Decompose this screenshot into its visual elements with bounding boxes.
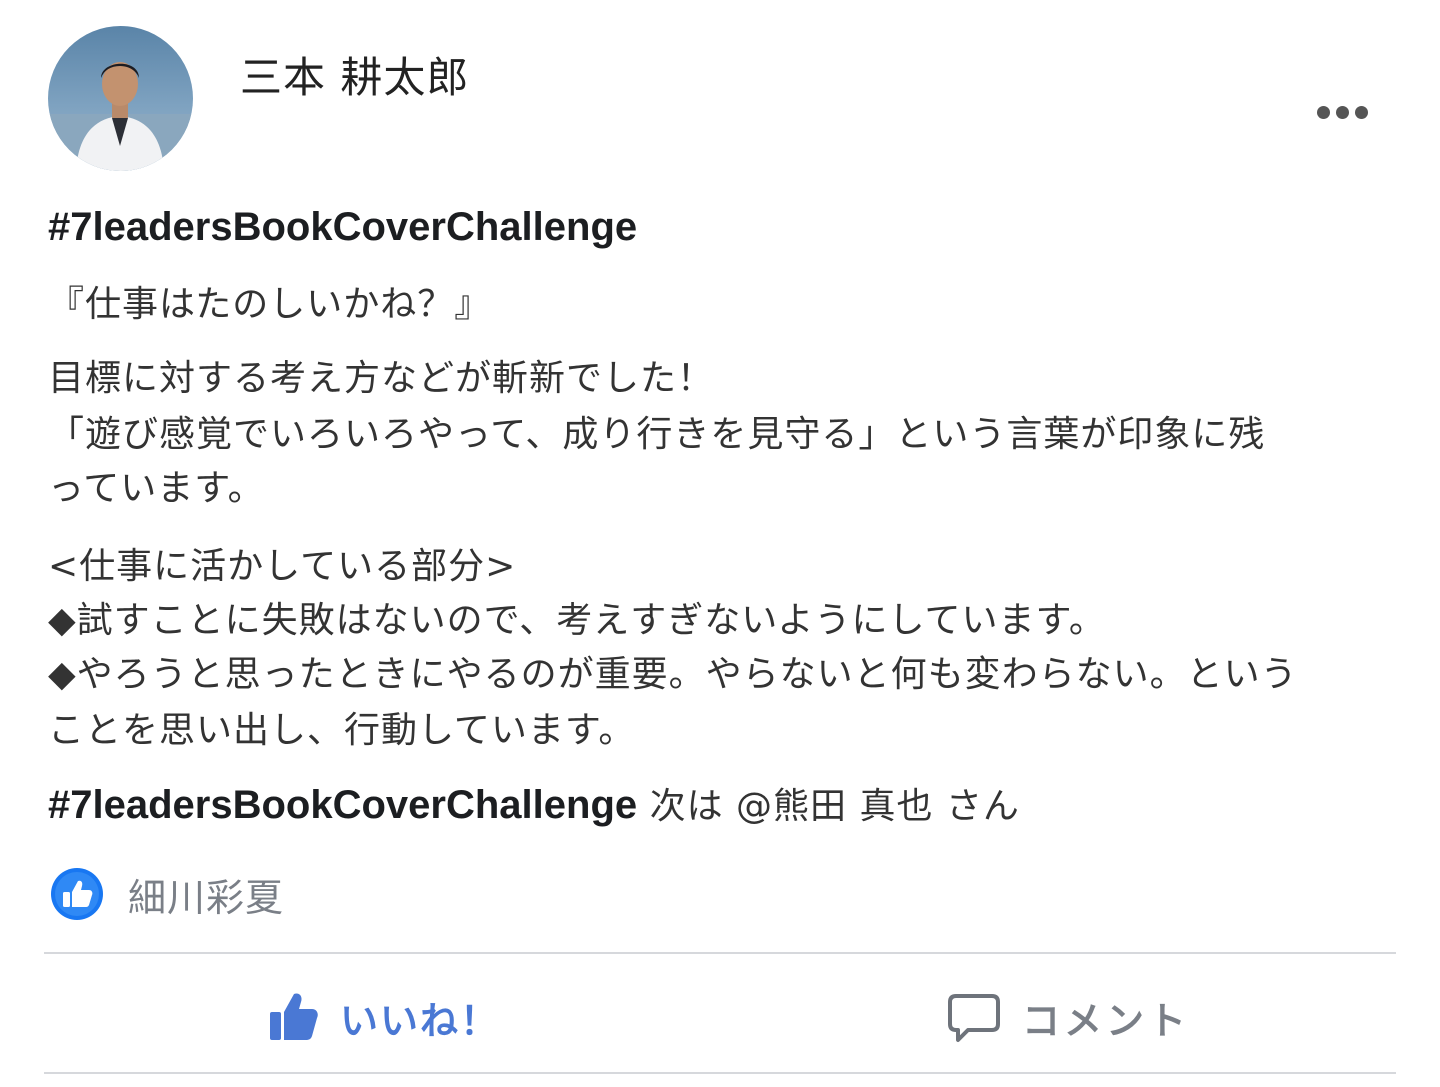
bullet-line: ◆試すことに失敗はないので、考えすぎないようにしています。 — [48, 600, 1106, 641]
hashtag-link[interactable]: #7leadersBookCoverChallenge — [48, 205, 637, 249]
bullet-line: ことを思い出し、行動しています。 — [48, 710, 636, 751]
divider — [44, 1072, 1396, 1074]
comment-label: コメント — [1022, 998, 1191, 1043]
more-dot-icon — [1354, 105, 1368, 119]
body-line: 「遊び感覚でいろいろやって、成り行きを見守る」という言葉が印象に残 — [48, 414, 1266, 455]
more-dot-icon — [1335, 105, 1349, 119]
reactor-name: 細川彩夏 — [128, 875, 285, 920]
post-hashtag-line: #7leadersBookCoverChallenge — [48, 202, 637, 254]
book-title: 『仕事はたのしいかね？』 — [48, 284, 492, 325]
mention-link[interactable]: @熊田 真也 — [736, 786, 933, 827]
closing-suffix: さん — [933, 786, 1020, 827]
hashtag-link[interactable]: #7leadersBookCoverChallenge — [48, 783, 637, 827]
like-label: いいね！ — [340, 998, 501, 1043]
closing-line: #7leadersBookCoverChallenge 次は @熊田 真也 さん — [48, 780, 1020, 832]
like-button[interactable]: いいね！ — [266, 982, 500, 1052]
more-dot-icon — [1316, 105, 1330, 119]
author-avatar[interactable] — [48, 26, 193, 171]
section-heading: <仕事に活かしている部分> — [48, 546, 517, 587]
more-options-button[interactable] — [1308, 92, 1376, 132]
author-name[interactable]: 三本 耕太郎 — [240, 52, 469, 104]
bullet-line: ◆やろうと思ったときにやるのが重要。やらないと何も変わらない。という — [48, 654, 1298, 695]
divider — [44, 952, 1396, 954]
closing-text: 次は — [637, 786, 737, 827]
body-line: っています。 — [48, 468, 265, 509]
comment-bubble-icon — [946, 990, 1002, 1044]
thumbs-up-icon — [266, 990, 320, 1044]
body-line: 目標に対する考え方などが斬新でした！ — [48, 358, 715, 399]
like-icon — [50, 867, 104, 921]
reaction-summary[interactable]: 細川彩夏 — [50, 866, 284, 922]
comment-button[interactable]: コメント — [946, 982, 1190, 1052]
feed-post: 三本 耕太郎 #7leadersBookCoverChallenge 『仕事はた… — [0, 0, 1440, 1087]
